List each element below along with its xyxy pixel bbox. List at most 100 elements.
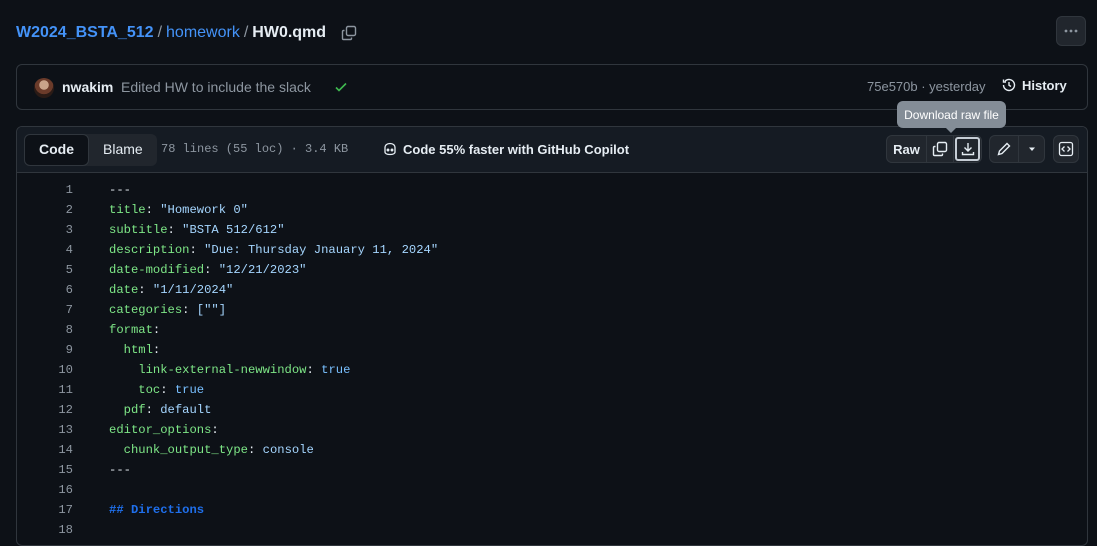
code-text: date-modified: "12/21/2023" <box>73 260 306 280</box>
line-number[interactable]: 5 <box>17 260 73 280</box>
code-line: 16 <box>17 480 1087 500</box>
code-text: --- <box>73 460 131 480</box>
line-number[interactable]: 2 <box>17 200 73 220</box>
code-token: : <box>189 243 205 257</box>
line-number[interactable]: 1 <box>17 180 73 200</box>
line-number[interactable]: 4 <box>17 240 73 260</box>
breadcrumb-separator: / <box>243 24 249 41</box>
code-token: "12/21/2023" <box>218 263 307 277</box>
line-number[interactable]: 10 <box>17 360 73 380</box>
file-meta: 78 lines (55 loc) · 3.4 KB <box>161 142 349 156</box>
code-token: : <box>204 263 219 277</box>
avatar[interactable] <box>34 78 54 98</box>
code-line: 1 --- <box>17 180 1087 200</box>
line-number[interactable]: 13 <box>17 420 73 440</box>
copilot-label: Code 55% faster with GitHub Copilot <box>403 141 630 157</box>
line-number[interactable]: 15 <box>17 460 73 480</box>
code-token: date-modified <box>109 263 205 277</box>
raw-button[interactable]: Raw <box>887 136 927 162</box>
code-token: format <box>109 323 153 337</box>
line-number[interactable]: 3 <box>17 220 73 240</box>
tab-blame[interactable]: Blame <box>89 134 157 166</box>
code-text: chunk_output_type: console <box>73 440 314 460</box>
download-tooltip: Download raw file <box>897 101 1006 133</box>
line-number[interactable]: 8 <box>17 320 73 340</box>
code-token: link-external-newwindow <box>138 363 307 377</box>
code-line: 3 subtitle: "BSTA 512/612" <box>17 220 1087 240</box>
code-text: ## Directions <box>73 500 204 520</box>
code-token: : <box>145 203 161 217</box>
code-token: [""] <box>196 303 227 317</box>
breadcrumb: W2024_BSTA_512 / homework / HW0.qmd <box>16 22 358 44</box>
line-number[interactable]: 11 <box>17 380 73 400</box>
code-token: true <box>174 383 205 397</box>
symbols-panel-button[interactable] <box>1054 136 1078 162</box>
code-token: : <box>145 403 161 417</box>
code-text: description: "Due: Thursday Jnauary 11, … <box>73 240 438 260</box>
history-label: History <box>1022 77 1067 93</box>
code-line: 12 pdf: default <box>17 400 1087 420</box>
code-line: 9 html: <box>17 340 1087 360</box>
copilot-promo-link[interactable]: Code 55% faster with GitHub Copilot <box>382 141 629 157</box>
code-token: "Due: Thursday Jnauary 11, 2024" <box>204 243 439 257</box>
code-token: chunk_output_type <box>123 443 248 457</box>
more-options-button[interactable] <box>1056 16 1086 46</box>
code-line: 11 toc: true <box>17 380 1087 400</box>
breadcrumb-folder-link[interactable]: homework <box>166 24 240 42</box>
code-text: title: "Homework 0" <box>73 200 248 220</box>
line-number[interactable]: 7 <box>17 300 73 320</box>
line-number[interactable]: 12 <box>17 400 73 420</box>
download-raw-button[interactable] <box>954 136 981 162</box>
code-text: format: <box>73 320 160 340</box>
line-number[interactable]: 18 <box>17 520 73 540</box>
copy-raw-button[interactable] <box>927 136 954 162</box>
line-number[interactable]: 9 <box>17 340 73 360</box>
code-token: : <box>152 323 161 337</box>
code-token: "BSTA 512/612" <box>182 223 285 237</box>
line-number[interactable]: 17 <box>17 500 73 520</box>
line-number[interactable]: 16 <box>17 480 73 500</box>
code-line: 7 categories: [""] <box>17 300 1087 320</box>
code-line: 18 <box>17 520 1087 540</box>
code-token: default <box>160 403 212 417</box>
commit-message[interactable]: Edited HW to include the slack <box>121 79 311 95</box>
breadcrumb-repo-link[interactable]: W2024_BSTA_512 <box>16 24 154 42</box>
code-line: 15 --- <box>17 460 1087 480</box>
code-line: 5 date-modified: "12/21/2023" <box>17 260 1087 280</box>
code-text: html: <box>73 340 161 360</box>
code-token: subtitle <box>109 223 168 237</box>
code-token: pdf <box>123 403 146 417</box>
pencil-icon <box>997 142 1011 156</box>
code-line: 6 date: "1/11/2024" <box>17 280 1087 300</box>
code-token: : <box>152 343 161 357</box>
history-button[interactable]: History <box>1001 77 1067 93</box>
kebab-horizontal-icon <box>1064 29 1078 33</box>
commit-author[interactable]: nwakim <box>62 79 113 95</box>
commit-sha-time[interactable]: 75e570b · yesterday <box>867 79 986 94</box>
code-token: editor_options <box>109 423 212 437</box>
check-icon[interactable] <box>333 79 349 98</box>
code-token: : <box>247 443 263 457</box>
copy-path-icon[interactable] <box>340 24 358 42</box>
view-mode-toggle: Code Blame <box>24 134 157 166</box>
line-number[interactable]: 14 <box>17 440 73 460</box>
triangle-down-icon <box>1028 147 1035 151</box>
code-token: --- <box>109 463 131 477</box>
line-number[interactable]: 6 <box>17 280 73 300</box>
tab-code[interactable]: Code <box>24 134 89 166</box>
code-text: link-external-newwindow: true <box>73 360 350 380</box>
edit-dropdown-button[interactable] <box>1019 136 1044 162</box>
code-token: "1/11/2024" <box>152 283 234 297</box>
code-line: 17 ## Directions <box>17 500 1087 520</box>
edit-button[interactable] <box>990 136 1019 162</box>
code-token: : <box>167 223 183 237</box>
code-text: date: "1/11/2024" <box>73 280 233 300</box>
code-line: 8 format: <box>17 320 1087 340</box>
download-icon <box>961 143 974 156</box>
code-token: true <box>321 363 351 377</box>
file-viewer: Code Blame 78 lines (55 loc) · 3.4 KB Co… <box>16 126 1088 546</box>
